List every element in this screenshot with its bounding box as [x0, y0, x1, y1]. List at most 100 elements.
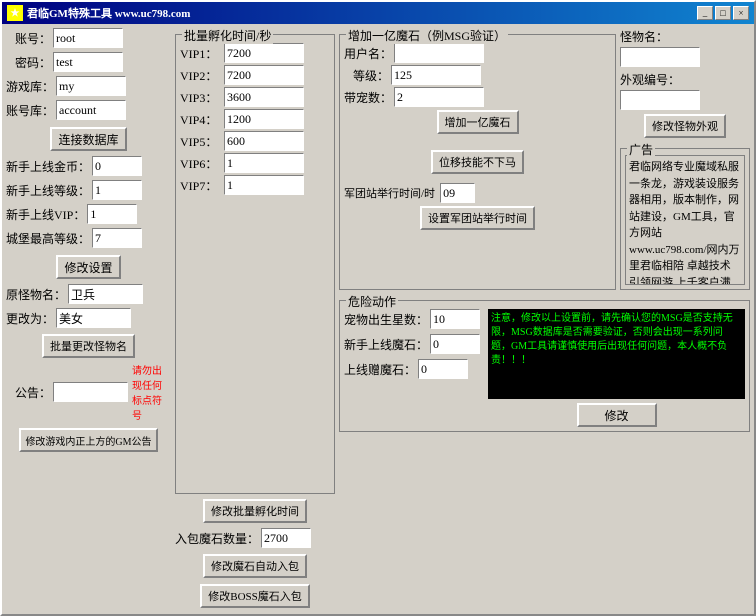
- notice-row: 公告： 请勿出现任何标点符号: [6, 362, 171, 422]
- army-time-row: 军团站举行时间/时: [344, 183, 611, 203]
- newbie-gold-input[interactable]: [92, 156, 142, 176]
- change-to-input[interactable]: [56, 308, 131, 328]
- title-bar-left: ★ 君临GM特殊工具 www.uc798.com: [7, 5, 190, 21]
- modify-appearance-row: 修改怪物外观: [620, 114, 750, 138]
- window-title: 君临GM特殊工具 www.uc798.com: [27, 5, 190, 21]
- notice-input[interactable]: [53, 382, 128, 402]
- pet-stars-label: 宠物出生星数：: [344, 311, 428, 328]
- vip5-row: VIP5：: [180, 131, 330, 151]
- add-magic-title: 增加一亿魔石（例MSG验证）: [346, 27, 508, 44]
- online-reward-input[interactable]: [418, 359, 468, 379]
- modify-notice-row: 修改游戏内正上方的GM公告: [6, 428, 171, 452]
- newbie-level-label: 新手上线等级：: [6, 182, 90, 199]
- username-row: 用户名：: [344, 43, 611, 63]
- username-label: 用户名：: [344, 45, 392, 62]
- vip7-label: VIP7：: [180, 177, 220, 194]
- newbie-vip-row: 新手上线VIP：: [6, 204, 171, 224]
- maximize-button[interactable]: □: [715, 6, 731, 20]
- newline-magic-row: 新手上线魔石：: [344, 334, 480, 354]
- vip2-input[interactable]: [224, 65, 304, 85]
- set-army-button[interactable]: 设置军团站举行时间: [420, 206, 535, 230]
- main-content: 账号： 密码： 游戏库： 账号库： 连接数据库 新手上线金币：: [2, 24, 754, 614]
- vip2-label: VIP2：: [180, 67, 220, 84]
- pet-count-row: 带宠数：: [344, 87, 611, 107]
- left-panel: 账号： 密码： 游戏库： 账号库： 连接数据库 新手上线金币：: [6, 28, 171, 610]
- close-button[interactable]: ×: [733, 6, 749, 20]
- batch-hatch-title: 批量孵化时间/秒: [182, 27, 273, 44]
- password-input[interactable]: [53, 52, 123, 72]
- vip4-label: VIP4：: [180, 111, 220, 128]
- vip4-input[interactable]: [224, 109, 304, 129]
- warning-box: 注意，修改以上设置前，请先确认您的MSG是否支持无限，MSG数据库是否需要验证，…: [488, 309, 745, 399]
- monster-name-label: 怪物名：: [620, 28, 668, 45]
- account-input[interactable]: [53, 28, 123, 48]
- original-monster-input[interactable]: [68, 284, 143, 304]
- ad-title: 广告: [627, 141, 655, 158]
- move-skill-button[interactable]: 位移技能不下马: [431, 150, 524, 174]
- minimize-button[interactable]: _: [697, 6, 713, 20]
- modify-boss-magic-row: 修改BOSS魔石入包: [175, 584, 335, 608]
- level-label: 等级：: [344, 67, 389, 84]
- modify-settings-button[interactable]: 修改设置: [56, 255, 120, 279]
- modify-batch-row: 修改批量孵化时间: [175, 499, 335, 523]
- change-to-row: 更改为：: [6, 308, 171, 328]
- gamedb-row: 游戏库：: [6, 76, 171, 96]
- change-to-label: 更改为：: [6, 310, 54, 327]
- pack-magic-label: 入包魔石数量：: [175, 530, 259, 547]
- monster-name-row: 怪物名：: [620, 28, 750, 67]
- gamedb-input[interactable]: [56, 76, 126, 96]
- castle-level-input[interactable]: [92, 228, 142, 248]
- newline-magic-input[interactable]: [430, 334, 480, 354]
- app-icon: ★: [7, 5, 23, 21]
- vip6-input[interactable]: [224, 153, 304, 173]
- danger-group: 危险动作 宠物出生星数： 新手上线魔石： 上线赠魔石：: [339, 300, 750, 432]
- monster-name-input[interactable]: [620, 47, 700, 67]
- pack-magic-input[interactable]: [261, 528, 311, 548]
- newbie-vip-input[interactable]: [87, 204, 137, 224]
- newline-magic-label: 新手上线魔石：: [344, 336, 428, 353]
- modify-danger-button[interactable]: 修改: [577, 403, 657, 427]
- modify-boss-magic-button[interactable]: 修改BOSS魔石入包: [200, 584, 310, 608]
- newbie-gold-row: 新手上线金币：: [6, 156, 171, 176]
- title-bar: ★ 君临GM特殊工具 www.uc798.com _ □ ×: [2, 2, 754, 24]
- vip1-input[interactable]: [224, 43, 304, 63]
- vip7-input[interactable]: [224, 175, 304, 195]
- vip7-row: VIP7：: [180, 175, 330, 195]
- batch-change-button[interactable]: 批量更改怪物名: [42, 334, 135, 358]
- castle-level-row: 城堡最高等级：: [6, 228, 171, 248]
- add-magic-button[interactable]: 增加一亿魔石: [437, 110, 519, 134]
- batch-hatch-group: 批量孵化时间/秒 VIP1： VIP2： VIP3： VIP4：: [175, 34, 335, 494]
- newbie-level-input[interactable]: [92, 180, 142, 200]
- vip6-label: VIP6：: [180, 155, 220, 172]
- accountdb-input[interactable]: [56, 100, 126, 120]
- vip3-input[interactable]: [224, 87, 304, 107]
- connect-button[interactable]: 连接数据库: [50, 127, 126, 151]
- pet-count-input[interactable]: [394, 87, 484, 107]
- accountdb-row: 账号库：: [6, 100, 171, 120]
- accountdb-label: 账号库：: [6, 102, 54, 119]
- vip6-row: VIP6：: [180, 153, 330, 173]
- ad-group: 广告 君临网络专业魔域私服一条龙，游戏装设服务器相用，版本制作，网站建设，GM工…: [620, 148, 750, 290]
- vip5-input[interactable]: [224, 131, 304, 151]
- appearance-row: 外观编号：: [620, 71, 750, 110]
- pet-stars-input[interactable]: [430, 309, 480, 329]
- modify-appearance-button[interactable]: 修改怪物外观: [644, 114, 726, 138]
- username-input[interactable]: [394, 43, 484, 63]
- modify-batch-button[interactable]: 修改批量孵化时间: [203, 499, 307, 523]
- ad-text: 君临网络专业魔域私服一条龙，游戏装设服务器相用，版本制作，网站建设，GM工具，官…: [629, 161, 740, 285]
- title-bar-buttons: _ □ ×: [697, 6, 749, 20]
- army-time-input[interactable]: [440, 183, 475, 203]
- password-row: 密码：: [6, 52, 171, 72]
- newbie-vip-label: 新手上线VIP：: [6, 206, 85, 223]
- castle-level-label: 城堡最高等级：: [6, 230, 90, 247]
- vip2-row: VIP2：: [180, 65, 330, 85]
- modify-magic-auto-button[interactable]: 修改魔石自动入包: [203, 554, 307, 578]
- danger-fields: 宠物出生星数： 新手上线魔石： 上线赠魔石：: [344, 309, 480, 427]
- online-reward-row: 上线赠魔石：: [344, 359, 480, 379]
- batch-change-row: 批量更改怪物名: [6, 334, 171, 358]
- appearance-input[interactable]: [620, 90, 700, 110]
- set-army-btn-row: 设置军团站举行时间: [344, 206, 611, 230]
- army-time-label: 军团站举行时间/时: [344, 185, 435, 201]
- level-input[interactable]: [391, 65, 481, 85]
- modify-notice-button[interactable]: 修改游戏内正上方的GM公告: [19, 428, 157, 452]
